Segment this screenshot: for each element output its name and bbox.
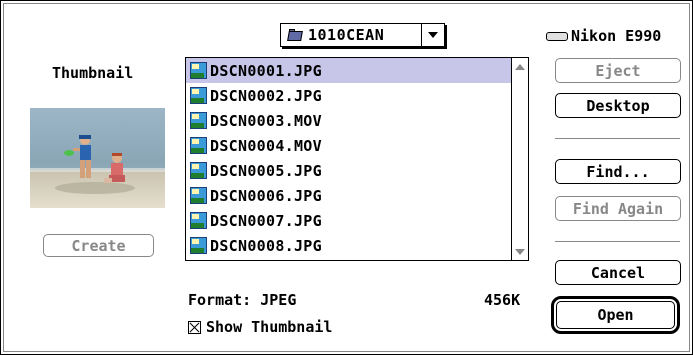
show-thumbnail-checkbox[interactable] <box>188 320 201 334</box>
file-list-scrollbar[interactable] <box>511 58 528 260</box>
arrow-up-icon <box>515 63 525 70</box>
find-again-button[interactable]: Find Again <box>555 196 681 221</box>
file-name: DSCN0002.JPG <box>210 86 322 105</box>
jpeg-file-icon <box>190 237 207 254</box>
folder-popup-label: 1010CEAN <box>308 26 385 44</box>
jpeg-file-icon <box>190 62 207 79</box>
show-thumbnail-label: Show Thumbnail <box>206 318 333 336</box>
volume-indicator: Nikon E990 <box>546 27 661 45</box>
file-list-item[interactable]: DSCN0007.JPG <box>186 208 511 233</box>
file-list-item[interactable]: DSCN0006.JPG <box>186 183 511 208</box>
volume-label: Nikon E990 <box>571 27 662 45</box>
file-list-item[interactable]: DSCN0005.JPG <box>186 158 511 183</box>
desktop-button[interactable]: Desktop <box>555 93 681 118</box>
file-name: DSCN0003.MOV <box>210 111 322 130</box>
popup-arrow[interactable] <box>421 24 444 46</box>
file-list-rows: DSCN0001.JPG DSCN0002.JPG DSCN0003.MOV DSCN… <box>186 58 511 260</box>
divider <box>555 138 680 139</box>
arrow-down-icon <box>515 248 525 255</box>
thumbnail-label: Thumbnail <box>52 64 134 82</box>
file-list-item[interactable]: DSCN0008.JPG <box>186 233 511 258</box>
file-name: DSCN0005.JPG <box>210 161 322 180</box>
folder-icon <box>287 29 303 41</box>
disk-icon <box>546 31 568 41</box>
create-button[interactable]: Create <box>43 234 154 257</box>
thumbnail-preview-image <box>30 108 165 208</box>
show-thumbnail-option[interactable]: Show Thumbnail <box>188 318 332 336</box>
eject-button[interactable]: Eject <box>555 58 681 83</box>
jpeg-file-icon <box>190 87 207 104</box>
jpeg-file-icon <box>190 212 207 229</box>
file-size: 456K <box>484 291 521 309</box>
format-label: Format: JPEG <box>188 291 297 309</box>
chevron-down-icon <box>428 32 438 38</box>
file-name: DSCN0007.JPG <box>210 211 322 230</box>
divider <box>555 241 680 242</box>
file-list-item[interactable]: DSCN0002.JPG <box>186 83 511 108</box>
file-list-item[interactable]: DSCN0001.JPG <box>186 58 511 83</box>
jpeg-file-icon <box>190 187 207 204</box>
find-button[interactable]: Find... <box>555 159 681 184</box>
file-list[interactable]: DSCN0001.JPG DSCN0002.JPG DSCN0003.MOV DSCN… <box>185 57 529 261</box>
cancel-button[interactable]: Cancel <box>555 260 681 285</box>
jpeg-file-icon <box>190 162 207 179</box>
scroll-down-arrow[interactable] <box>512 243 528 260</box>
file-name: DSCN0001.JPG <box>210 61 322 80</box>
file-list-item[interactable]: DSCN0004.MOV <box>186 133 511 158</box>
file-name: DSCN0008.JPG <box>210 236 322 255</box>
file-name: DSCN0006.JPG <box>210 186 322 205</box>
jpeg-file-icon <box>190 112 207 129</box>
open-button[interactable]: Open <box>556 301 675 329</box>
folder-popup-menu[interactable]: 1010CEAN <box>280 23 445 47</box>
file-name: DSCN0004.MOV <box>210 136 322 155</box>
file-list-item[interactable]: DSCN0003.MOV <box>186 108 511 133</box>
jpeg-file-icon <box>190 137 207 154</box>
scroll-up-arrow[interactable] <box>512 58 528 75</box>
